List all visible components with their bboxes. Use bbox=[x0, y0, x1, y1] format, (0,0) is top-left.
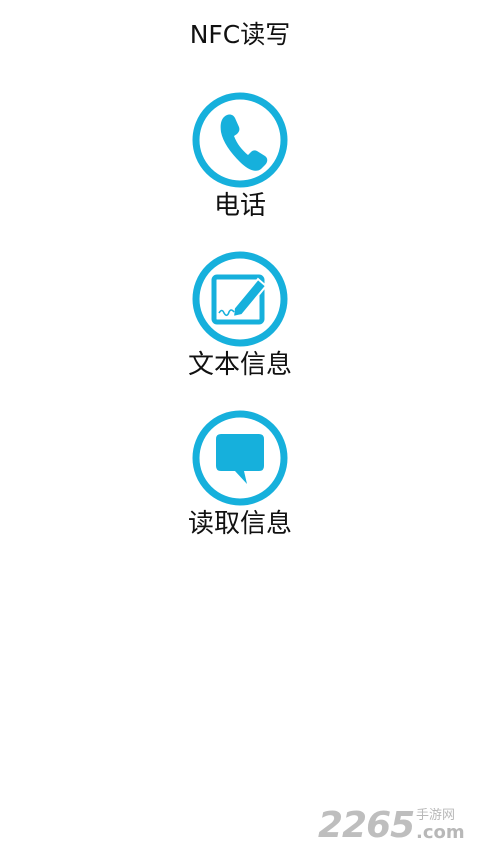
watermark-domain: .com bbox=[416, 822, 465, 843]
menu-item-label: 文本信息 bbox=[187, 350, 292, 380]
menu-item-phone[interactable]: 电话 bbox=[140, 90, 340, 238]
menu-item-label: 电话 bbox=[213, 191, 266, 221]
chat-bubble-icon bbox=[192, 410, 288, 506]
menu-item-read-info[interactable]: 读取信息 bbox=[140, 408, 340, 556]
edit-note-icon bbox=[192, 251, 288, 347]
site-watermark: 2265 手游网 .com bbox=[318, 806, 468, 846]
page-title: NFC读写 bbox=[189, 20, 291, 49]
menu-item-label: 读取信息 bbox=[187, 509, 292, 539]
watermark-number: 2265 bbox=[318, 805, 415, 846]
menu-item-text-info[interactable]: 文本信息 bbox=[140, 249, 340, 397]
phone-icon bbox=[192, 92, 288, 188]
